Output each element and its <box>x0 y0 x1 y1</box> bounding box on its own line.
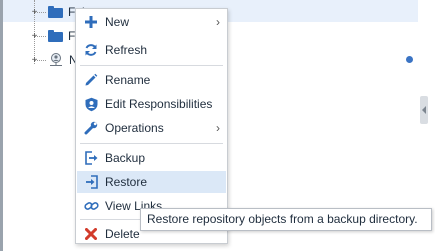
delete-x-icon <box>83 226 99 242</box>
menu-item-operations[interactable]: Operations › <box>77 117 226 139</box>
menu-item-label: Refresh <box>105 43 148 57</box>
user-shield-icon <box>83 96 99 112</box>
menu-item-label: Restore <box>105 175 148 189</box>
panel-left-border <box>0 0 3 251</box>
folder-icon <box>48 30 63 42</box>
menu-item-backup[interactable]: Backup <box>77 147 226 169</box>
menu-item-label: Backup <box>105 151 146 165</box>
network-user-icon <box>50 53 62 66</box>
expand-plus-icon[interactable]: + <box>31 8 38 18</box>
folder-icon <box>48 6 63 18</box>
refresh-icon <box>83 42 99 58</box>
status-dot <box>406 56 413 63</box>
plus-icon <box>83 14 99 30</box>
menu-item-label: Delete <box>105 227 140 241</box>
menu-item-restore[interactable]: Restore <box>77 171 226 193</box>
menu-item-label: New <box>105 15 130 29</box>
tooltip: Restore repository objects from a backup… <box>140 208 432 231</box>
menu-separator <box>80 65 223 66</box>
menu-item-new[interactable]: New › <box>77 11 226 33</box>
menu-separator <box>80 143 223 144</box>
chevron-right-icon: › <box>216 121 220 135</box>
menu-item-label: Operations <box>105 121 164 135</box>
menu-item-edit-responsibilities[interactable]: Edit Responsibilities <box>77 93 226 115</box>
link-icon <box>83 198 99 214</box>
menu-item-rename[interactable]: Rename <box>77 69 226 91</box>
backup-icon <box>83 150 99 166</box>
chevron-right-icon: › <box>216 15 220 29</box>
pencil-icon <box>83 72 99 88</box>
wrench-icon <box>83 120 99 136</box>
menu-item-refresh[interactable]: Refresh <box>77 39 226 61</box>
restore-icon <box>83 174 99 190</box>
expand-plus-icon[interactable]: + <box>31 56 38 66</box>
menu-item-label: Rename <box>105 73 151 87</box>
tree-item-network[interactable]: N <box>48 51 78 69</box>
collapse-panel-handle[interactable] <box>420 96 428 124</box>
expand-plus-icon[interactable]: + <box>31 32 38 42</box>
menu-item-label: Edit Responsibilities <box>105 97 213 111</box>
